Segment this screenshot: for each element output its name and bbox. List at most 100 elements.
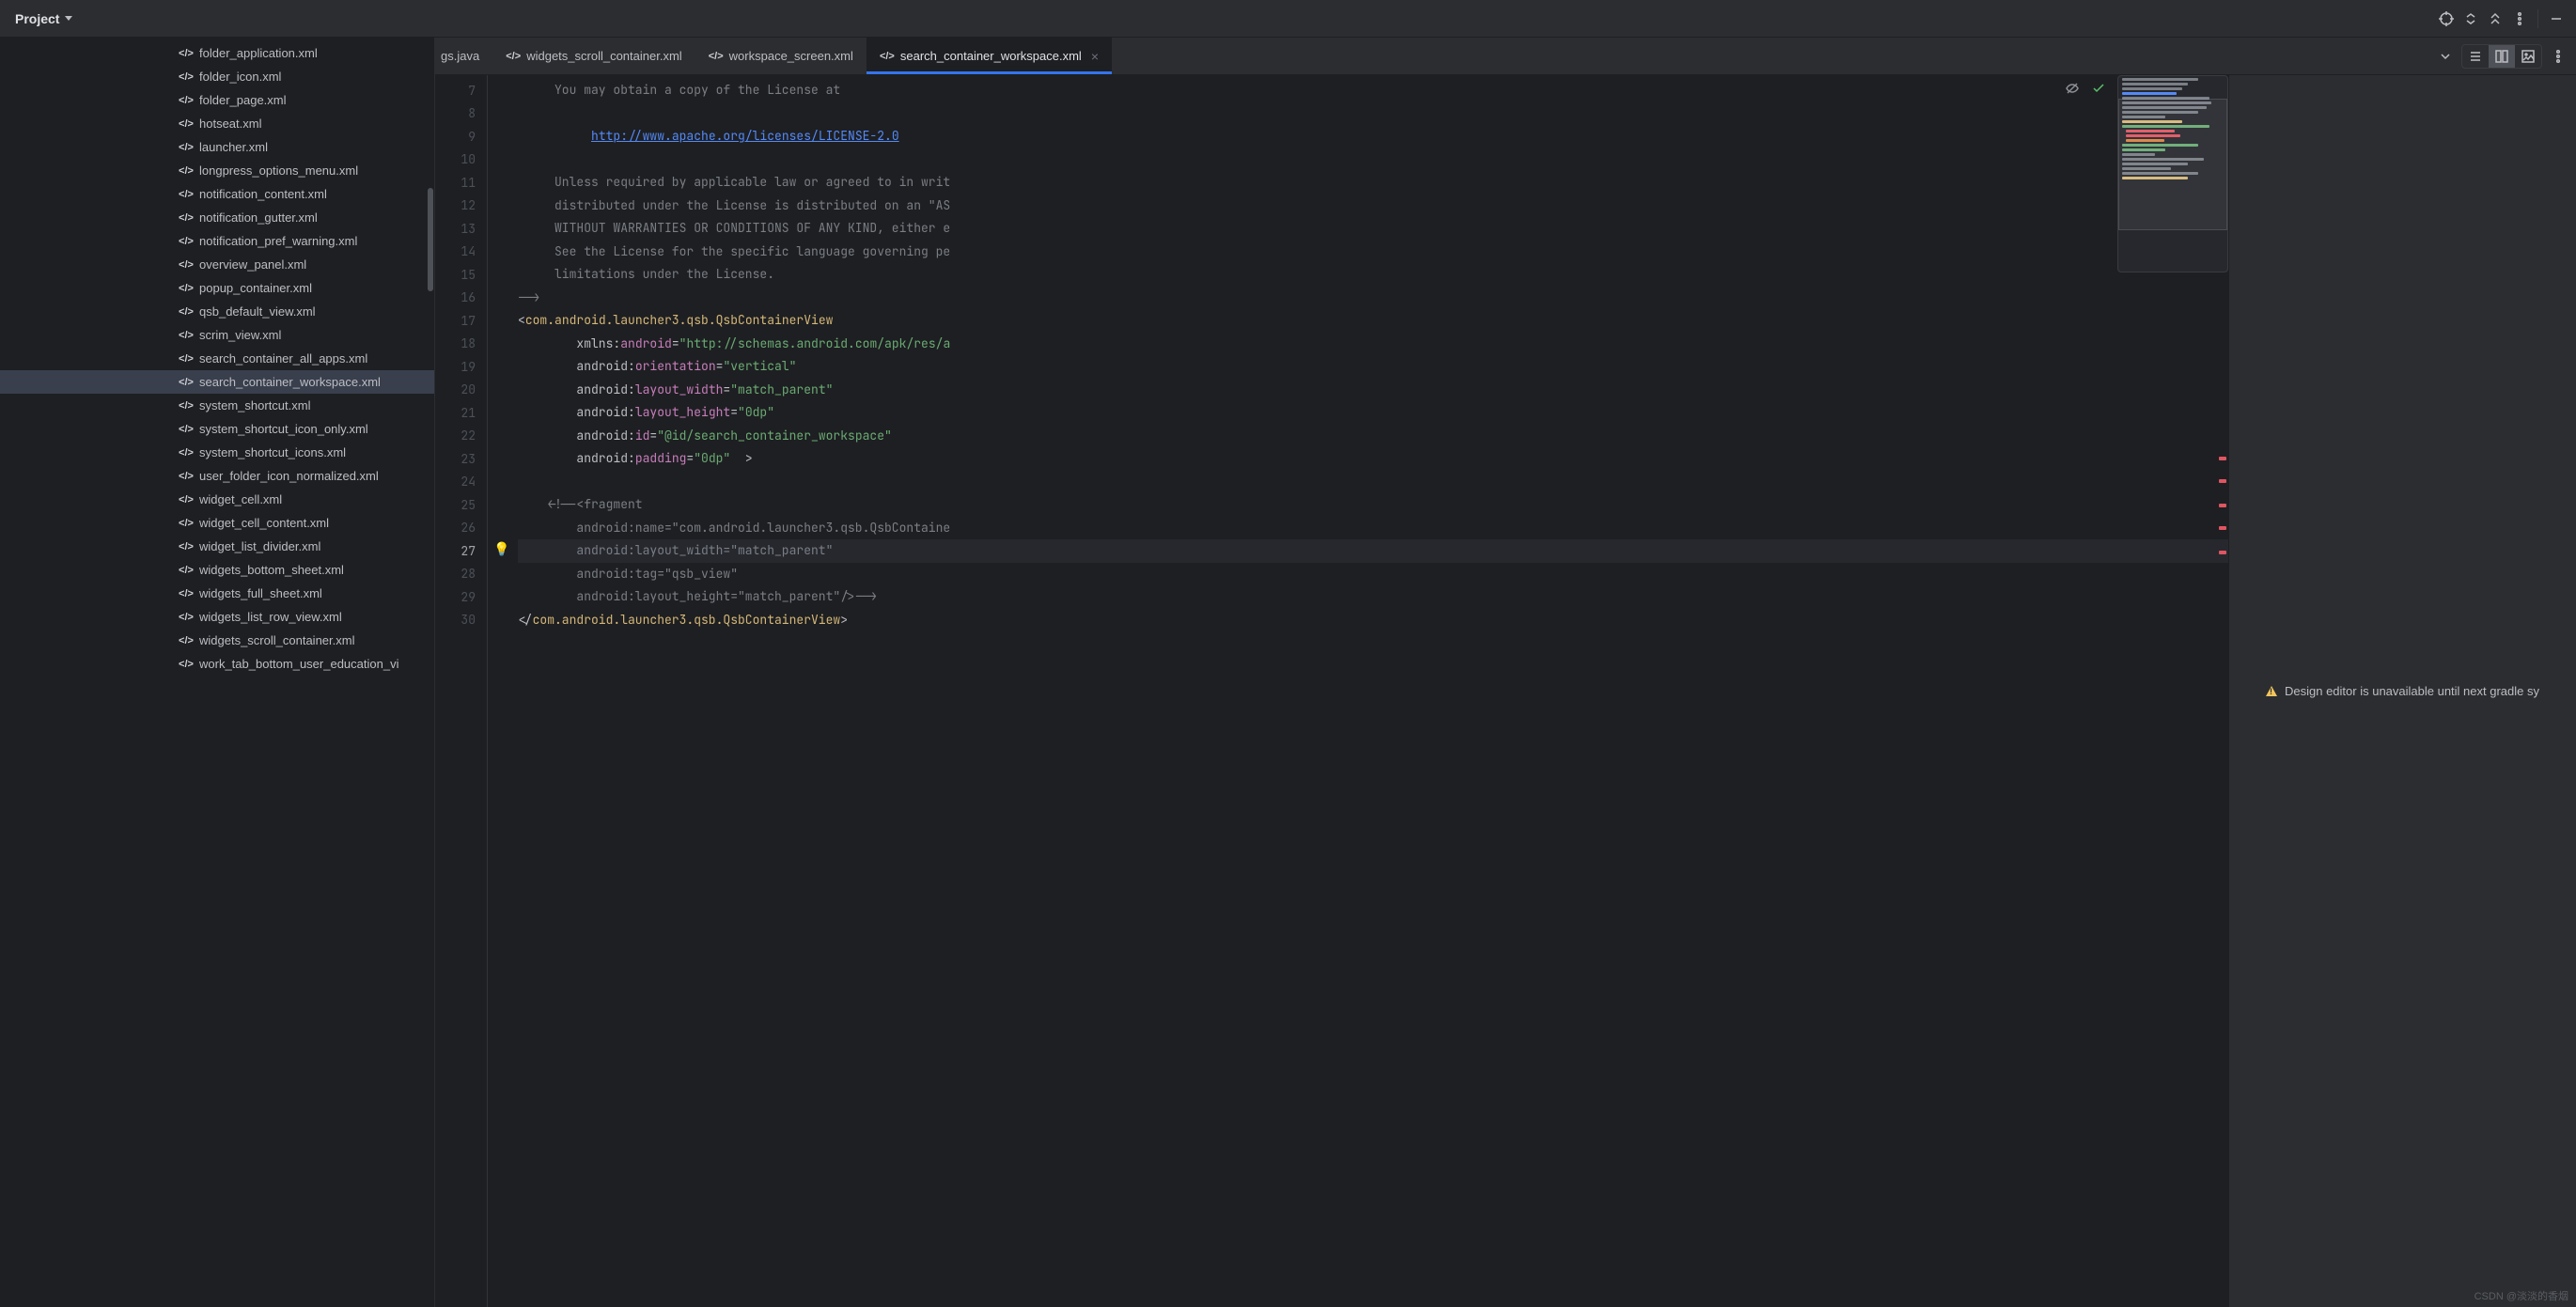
close-icon[interactable]: × (1091, 49, 1099, 64)
tab-dropdown-icon[interactable] (2433, 44, 2458, 69)
tree-item[interactable]: </>folder_page.xml (0, 88, 434, 112)
intention-bulb-icon[interactable]: 💡 (493, 541, 508, 556)
project-dropdown[interactable]: Project (8, 8, 80, 30)
code-line[interactable] (518, 471, 2228, 494)
tree-item[interactable]: </>widgets_list_row_view.xml (0, 605, 434, 629)
code-line[interactable]: xmlns:android="http://schemas.android.co… (518, 333, 2228, 356)
code-line[interactable]: android:id="@id/search_container_workspa… (518, 425, 2228, 448)
tree-item[interactable]: </>search_container_workspace.xml (0, 370, 434, 394)
watermark: CSDN @淡淡的香烟 (2475, 1288, 2568, 1303)
tree-item[interactable]: </> system_shortcut_icon_only.xml (0, 417, 434, 441)
code-line[interactable] (518, 102, 2228, 126)
code-line[interactable]: android:layout_height="0dp" (518, 401, 2228, 425)
tree-item[interactable]: </>notification_content.xml (0, 182, 434, 206)
code-line[interactable]: android:layout_width="match_parent" (518, 539, 2228, 563)
code-line[interactable]: http://www.apache.org/licenses/LICENSE-2… (518, 125, 2228, 148)
tab[interactable]: </>widgets_scroll_container.xml (492, 38, 695, 74)
minimap[interactable] (2117, 75, 2228, 272)
tree-item[interactable]: </>widgets_bottom_sheet.xml (0, 558, 434, 582)
view-mode-toggle (2461, 44, 2542, 69)
tree-item[interactable]: </>system_shortcut.xml (0, 394, 434, 417)
design-message-text: Design editor is unavailable until next … (2285, 684, 2539, 698)
code-line[interactable]: android:tag="qsb_view" (518, 563, 2228, 586)
tree-item[interactable]: </>notification_gutter.xml (0, 206, 434, 229)
tab-more-icon[interactable] (2546, 44, 2570, 69)
xml-file-icon: </> (179, 188, 194, 201)
design-view-button[interactable] (2515, 45, 2541, 68)
file-tree[interactable]: </>folder_application.xml</>folder_icon.… (0, 38, 434, 1307)
tree-item[interactable]: </>notification_pref_warning.xml (0, 229, 434, 253)
tree-item[interactable]: </>folder_icon.xml (0, 65, 434, 88)
xml-file-icon: </> (179, 540, 194, 553)
code-line[interactable]: <com.android.launcher3.qsb.QsbContainerV… (518, 309, 2228, 333)
tree-item[interactable]: </>overview_panel.xml (0, 253, 434, 276)
tree-item[interactable]: </>hotseat.xml (0, 112, 434, 135)
tree-item[interactable]: </>popup_container.xml (0, 276, 434, 300)
tree-item[interactable]: </>widgets_full_sheet.xml (0, 582, 434, 605)
tree-item[interactable]: </>widget_cell_content.xml (0, 511, 434, 535)
code-line[interactable]: android:orientation="vertical" (518, 355, 2228, 379)
tab[interactable]: </>search_container_workspace.xml× (866, 38, 1112, 74)
tab-label: gs.java (441, 49, 479, 63)
line-number: 25 (435, 493, 487, 517)
tab[interactable]: gs.java (435, 38, 492, 74)
tabs-right-controls (2428, 38, 2576, 74)
code-line[interactable]: --> (518, 287, 2228, 310)
editor-inspection-icons (2065, 81, 2106, 100)
xml-file-icon: </> (179, 423, 194, 436)
code-pane[interactable]: 7891011121314151617181920212223242526272… (435, 75, 2228, 1307)
tree-item-label: system_shortcut.xml (199, 398, 310, 412)
eye-off-icon[interactable] (2065, 81, 2080, 100)
warning-icon (2266, 686, 2277, 696)
code-view-button[interactable] (2462, 45, 2489, 68)
tree-item[interactable]: </>launcher.xml (0, 135, 434, 159)
xml-file-icon: </> (179, 141, 194, 154)
code-line[interactable]: limitations under the License. (518, 263, 2228, 287)
code-line[interactable]: WITHOUT WARRANTIES OR CONDITIONS OF ANY … (518, 217, 2228, 241)
code-line[interactable]: See the License for the specific languag… (518, 241, 2228, 264)
code-line[interactable]: </com.android.launcher3.qsb.QsbContainer… (518, 609, 2228, 632)
sidebar-scrollbar[interactable] (427, 38, 434, 1307)
error-stripe[interactable] (2217, 75, 2228, 1307)
split-view-button[interactable] (2489, 45, 2515, 68)
tree-item[interactable]: </>system_shortcut_icons.xml (0, 441, 434, 464)
code-line[interactable]: android:padding="0dp" > (518, 447, 2228, 471)
code-line[interactable]: You may obtain a copy of the License at (518, 79, 2228, 102)
code-line[interactable]: android:layout_height="match_parent"/>--… (518, 585, 2228, 609)
tree-item-label: scrim_view.xml (199, 328, 281, 342)
code-line[interactable]: <!--<fragment (518, 493, 2228, 517)
code-line[interactable] (518, 148, 2228, 172)
tree-item[interactable]: </>widget_list_divider.xml (0, 535, 434, 558)
xml-file-icon: </> (179, 117, 194, 131)
code-line[interactable]: distributed under the License is distrib… (518, 194, 2228, 218)
code-line[interactable]: android:name="com.android.launcher3.qsb.… (518, 517, 2228, 540)
line-number: 24 (435, 471, 487, 494)
tree-item[interactable]: </>widgets_scroll_container.xml (0, 629, 434, 652)
tab[interactable]: </>workspace_screen.xml (695, 38, 866, 74)
tree-item[interactable]: </>user_folder_icon_normalized.xml (0, 464, 434, 488)
code-body[interactable]: You may obtain a copy of the License at … (518, 75, 2228, 1307)
tree-item[interactable]: </>qsb_default_view.xml (0, 300, 434, 323)
expand-collapse-icon[interactable] (2459, 7, 2483, 31)
line-number: 28 (435, 563, 487, 586)
project-sidebar: </>folder_application.xml</>folder_icon.… (0, 38, 435, 1307)
collapse-all-icon[interactable] (2483, 7, 2507, 31)
tree-item[interactable]: </>work_tab_bottom_user_education_vi (0, 652, 434, 676)
minimize-icon[interactable] (2544, 7, 2568, 31)
line-number: 19 (435, 355, 487, 379)
target-icon[interactable] (2434, 7, 2459, 31)
code-line[interactable]: android:layout_width="match_parent" (518, 379, 2228, 402)
design-pane: Design editor is unavailable until next … (2228, 75, 2576, 1307)
tree-item-label: widgets_list_row_view.xml (199, 610, 342, 624)
tree-item-label: notification_pref_warning.xml (199, 234, 357, 248)
check-ok-icon[interactable] (2091, 81, 2106, 100)
tree-item[interactable]: </>longpress_options_menu.xml (0, 159, 434, 182)
tree-item[interactable]: </>scrim_view.xml (0, 323, 434, 347)
code-line[interactable]: Unless required by applicable law or agr… (518, 171, 2228, 194)
tree-item[interactable]: </>search_container_all_apps.xml (0, 347, 434, 370)
tree-item[interactable]: </>widget_cell.xml (0, 488, 434, 511)
more-vert-icon[interactable] (2507, 7, 2532, 31)
line-number: 16 (435, 287, 487, 310)
tree-item[interactable]: </>folder_application.xml (0, 41, 434, 65)
tree-item-label: system_shortcut_icon_only.xml (199, 422, 368, 436)
